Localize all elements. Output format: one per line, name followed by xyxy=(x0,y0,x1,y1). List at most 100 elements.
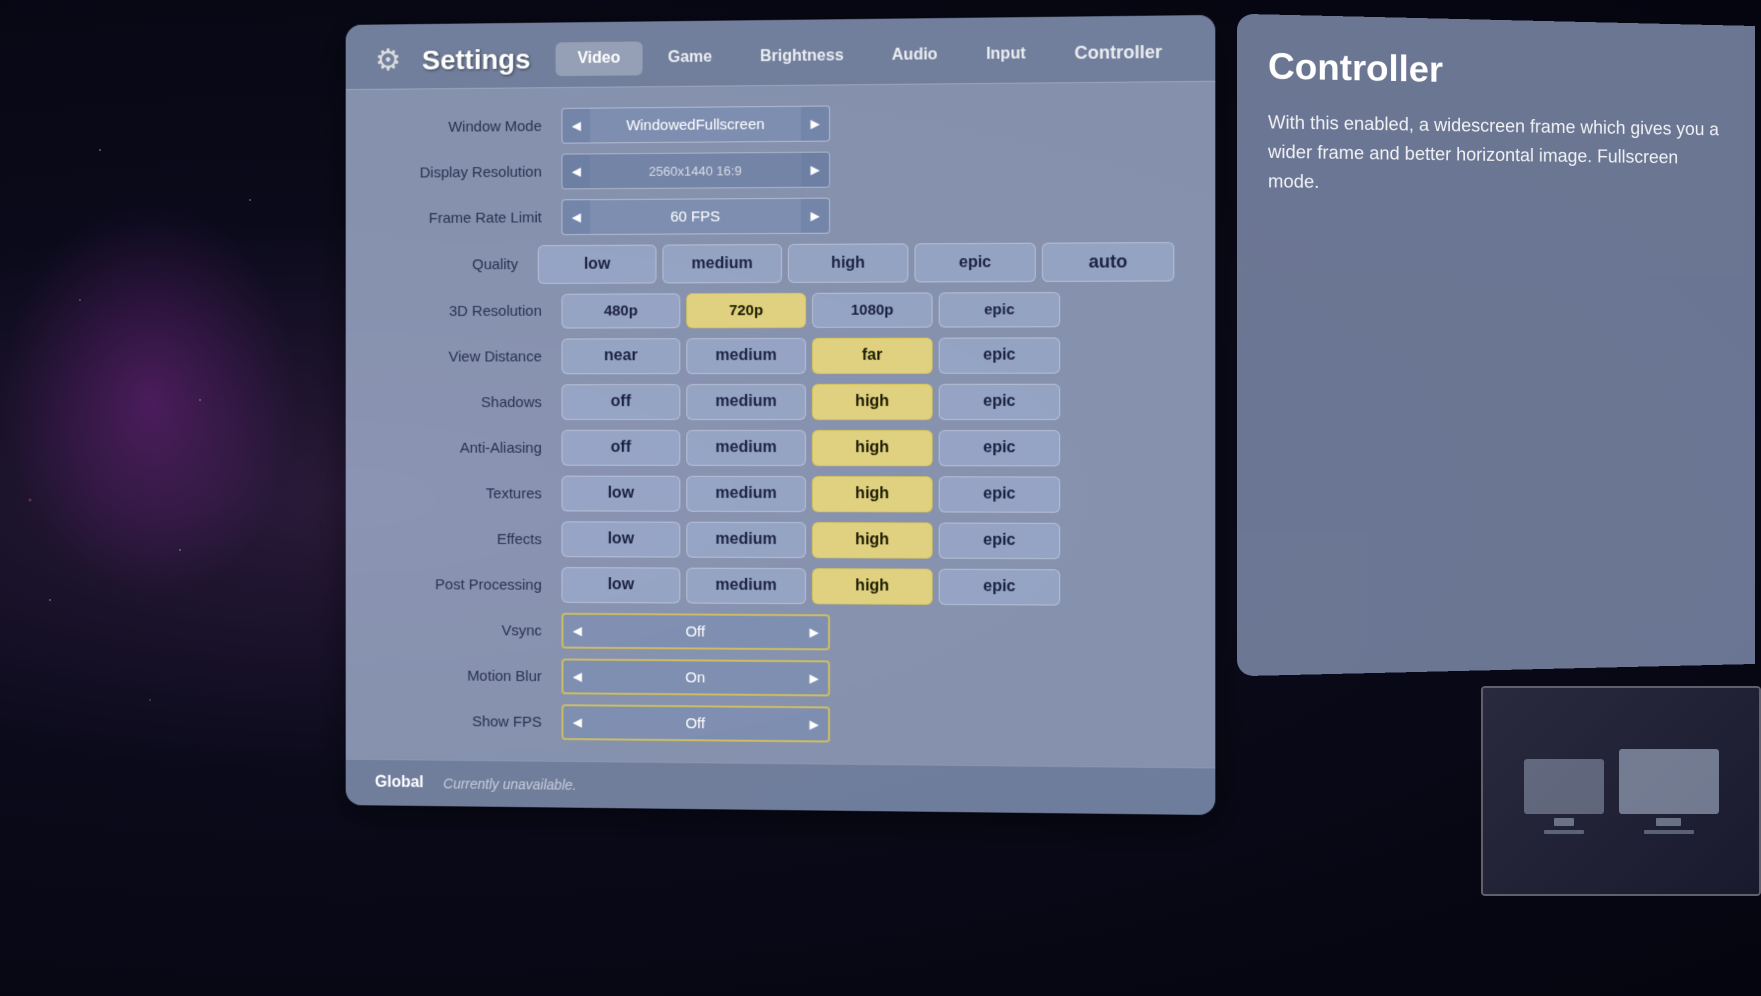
textures-label: Textures xyxy=(385,485,562,502)
controller-title: Controller xyxy=(1268,45,1726,96)
effects-btn-epic[interactable]: epic xyxy=(939,523,1060,560)
3d-resolution-row: 3D Resolution 480p 720p 1080p epic xyxy=(385,292,1175,329)
shadows-btn-off[interactable]: off xyxy=(561,384,680,420)
anti-aliasing-btn-off[interactable]: off xyxy=(561,430,680,466)
monitor-right xyxy=(1619,749,1719,814)
window-mode-left-arrow[interactable]: ◀ xyxy=(562,109,590,143)
effects-label: Effects xyxy=(385,530,562,547)
motion-blur-label: Motion Blur xyxy=(385,667,562,685)
motion-blur-right-arrow[interactable]: ▶ xyxy=(800,662,828,694)
webcam-inner xyxy=(1483,688,1759,894)
textures-row: Textures low medium high epic xyxy=(385,475,1175,513)
post-processing-buttons: low medium high epic xyxy=(561,567,1060,606)
frame-rate-label: Frame Rate Limit xyxy=(385,209,562,227)
display-resolution-value: 2560x1440 16:9 xyxy=(590,162,801,178)
view-distance-btn-far[interactable]: far xyxy=(812,338,933,374)
shadows-label: Shadows xyxy=(385,394,562,411)
quality-row: Quality low medium high epic auto xyxy=(385,242,1175,284)
show-fps-row: Show FPS ◀ Off ▶ xyxy=(385,703,1175,746)
show-fps-left-arrow[interactable]: ◀ xyxy=(563,706,591,738)
tab-brightness[interactable]: Brightness xyxy=(738,39,866,74)
display-resolution-left-arrow[interactable]: ◀ xyxy=(562,154,590,188)
tab-video[interactable]: Video xyxy=(556,41,642,76)
monitor-left xyxy=(1524,759,1604,814)
tab-controller[interactable]: Controller xyxy=(1052,34,1185,73)
page-title: Settings xyxy=(422,43,530,76)
frame-rate-control: ◀ 60 FPS ▶ xyxy=(561,198,830,235)
settings-title-group: ⚙ Settings xyxy=(375,41,556,79)
footer-status-text: Currently unavailable. xyxy=(443,775,576,792)
panel-header: ⚙ Settings Video Game Brightness Audio I… xyxy=(346,15,1216,90)
textures-btn-epic[interactable]: epic xyxy=(939,476,1060,513)
panel-footer: Global Currently unavailable. xyxy=(346,759,1216,815)
effects-btn-low[interactable]: low xyxy=(561,521,680,557)
view-distance-buttons: near medium far epic xyxy=(561,337,1060,374)
display-resolution-control: ◀ 2560x1440 16:9 ▶ xyxy=(561,152,830,190)
vsync-row: Vsync ◀ Off ▶ xyxy=(385,612,1175,653)
anti-aliasing-btn-epic[interactable]: epic xyxy=(939,430,1060,466)
res-btn-480p[interactable]: 480p xyxy=(561,293,680,328)
quality-btn-epic[interactable]: epic xyxy=(914,243,1035,283)
view-distance-btn-epic[interactable]: epic xyxy=(939,337,1060,373)
right-panel: Controller With this enabled, a widescre… xyxy=(1237,14,1755,677)
frame-rate-right-arrow[interactable]: ▶ xyxy=(801,199,829,233)
frame-rate-row: Frame Rate Limit ◀ 60 FPS ▶ xyxy=(385,195,1175,236)
tab-audio[interactable]: Audio xyxy=(870,37,960,72)
anti-aliasing-buttons: off medium high epic xyxy=(561,430,1060,467)
settings-panel: ⚙ Settings Video Game Brightness Audio I… xyxy=(346,15,1216,815)
quality-buttons: low medium high epic auto xyxy=(538,242,1175,284)
gear-icon: ⚙ xyxy=(375,42,410,78)
post-processing-btn-high[interactable]: high xyxy=(812,568,933,605)
window-mode-label: Window Mode xyxy=(385,117,562,135)
tab-input[interactable]: Input xyxy=(964,37,1048,72)
3d-resolution-buttons: 480p 720p 1080p epic xyxy=(561,292,1060,329)
vsync-right-arrow[interactable]: ▶ xyxy=(800,616,828,648)
display-resolution-right-arrow[interactable]: ▶ xyxy=(801,153,829,187)
shadows-btn-high[interactable]: high xyxy=(812,384,933,420)
quality-btn-medium[interactable]: medium xyxy=(662,244,782,283)
shadows-row: Shadows off medium high epic xyxy=(385,384,1175,420)
quality-btn-low[interactable]: low xyxy=(538,245,657,284)
anti-aliasing-row: Anti-Aliasing off medium high epic xyxy=(385,430,1175,467)
res-btn-720p[interactable]: 720p xyxy=(686,293,806,328)
post-processing-btn-medium[interactable]: medium xyxy=(686,568,806,605)
shadows-btn-epic[interactable]: epic xyxy=(939,384,1060,420)
anti-aliasing-btn-medium[interactable]: medium xyxy=(686,430,806,466)
res-btn-1080p[interactable]: 1080p xyxy=(812,292,933,327)
nav-tabs: Video Game Brightness Audio Input Contro… xyxy=(556,34,1185,78)
textures-btn-medium[interactable]: medium xyxy=(686,476,806,512)
footer-global-label: Global xyxy=(375,774,424,792)
webcam-overlay xyxy=(1481,686,1761,896)
motion-blur-left-arrow[interactable]: ◀ xyxy=(563,660,591,692)
show-fps-control: ◀ Off ▶ xyxy=(561,704,830,742)
window-mode-control: ◀ WindowedFullscreen ▶ xyxy=(561,106,830,144)
res-btn-epic[interactable]: epic xyxy=(939,292,1060,328)
view-distance-btn-near[interactable]: near xyxy=(561,338,680,374)
window-mode-value: WindowedFullscreen xyxy=(590,115,801,134)
anti-aliasing-btn-high[interactable]: high xyxy=(812,430,933,466)
show-fps-right-arrow[interactable]: ▶ xyxy=(800,708,828,740)
shadows-buttons: off medium high epic xyxy=(561,384,1060,420)
post-processing-label: Post Processing xyxy=(385,576,562,594)
window-mode-right-arrow[interactable]: ▶ xyxy=(801,107,829,141)
show-fps-label: Show FPS xyxy=(385,712,562,730)
effects-btn-high[interactable]: high xyxy=(812,522,933,559)
effects-btn-medium[interactable]: medium xyxy=(686,522,806,558)
quality-btn-auto[interactable]: auto xyxy=(1042,242,1174,282)
motion-blur-value: On xyxy=(591,668,800,687)
post-processing-btn-epic[interactable]: epic xyxy=(939,569,1060,606)
motion-blur-row: Motion Blur ◀ On ▶ xyxy=(385,657,1175,699)
textures-btn-low[interactable]: low xyxy=(561,476,680,512)
frame-rate-left-arrow[interactable]: ◀ xyxy=(562,200,590,234)
frame-rate-value: 60 FPS xyxy=(590,207,801,225)
motion-blur-control: ◀ On ▶ xyxy=(561,658,830,696)
vsync-left-arrow[interactable]: ◀ xyxy=(563,615,591,647)
effects-row: Effects low medium high epic xyxy=(385,521,1175,560)
tab-game[interactable]: Game xyxy=(646,40,734,75)
view-distance-btn-medium[interactable]: medium xyxy=(686,338,806,374)
post-processing-btn-low[interactable]: low xyxy=(561,567,680,603)
quality-btn-high[interactable]: high xyxy=(788,243,908,283)
view-distance-label: View Distance xyxy=(385,348,562,365)
textures-btn-high[interactable]: high xyxy=(812,476,933,512)
shadows-btn-medium[interactable]: medium xyxy=(686,384,806,420)
